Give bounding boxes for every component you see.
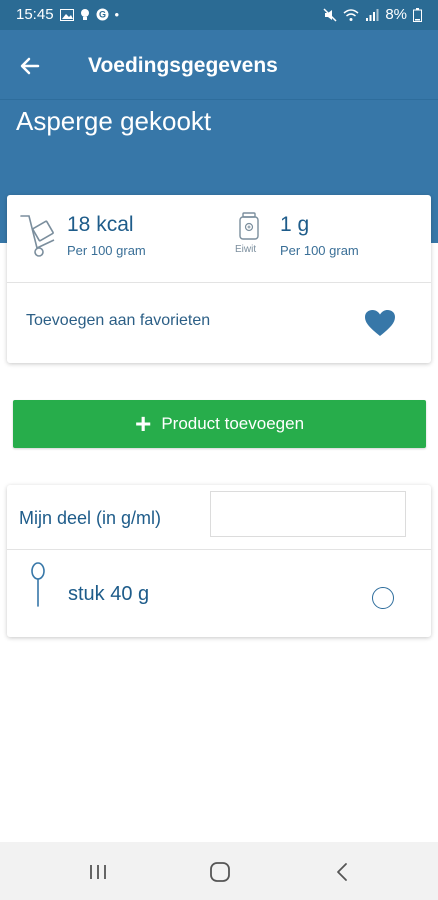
g-icon: G [96, 8, 109, 21]
heart-icon[interactable] [364, 309, 396, 337]
portion-option-row[interactable]: stuk 40 g [7, 550, 431, 637]
back-button[interactable] [12, 48, 48, 84]
battery-percent: 8% [385, 6, 407, 23]
home-button[interactable] [200, 858, 240, 886]
arrow-left-icon [20, 57, 40, 75]
status-time: 15:45 [16, 6, 54, 23]
bulb-icon [80, 8, 89, 20]
protein-value: 1 g [280, 213, 310, 236]
page-title: Voedingsgegevens [88, 54, 278, 77]
portion-input[interactable] [210, 491, 406, 537]
image-icon [59, 8, 74, 21]
hand-truck-icon [20, 215, 55, 257]
status-right: 8% [323, 6, 422, 23]
wifi-icon [343, 8, 359, 21]
status-left: 15:45 G • [16, 6, 119, 23]
portion-option-label: stuk 40 g [68, 583, 150, 605]
favorites-label: Toevoegen aan favorieten [26, 312, 211, 329]
chevron-left-icon [337, 863, 347, 881]
signal-icon [366, 8, 379, 21]
protein-per-100g: Per 100 gram [280, 243, 359, 258]
add-to-favorites-row[interactable]: Toevoegen aan favorieten [7, 283, 431, 363]
portion-label: Mijn deel (in g/ml) [19, 508, 162, 528]
plus-icon: + [134, 408, 152, 439]
nutrition-card: 18 kcal Per 100 gram Eiwit 1 g Per 100 g… [7, 195, 431, 363]
portion-card: Mijn deel (in g/ml) stuk 40 g [7, 485, 431, 637]
product-name: Asperge gekookt [16, 106, 212, 136]
home-icon [210, 862, 230, 882]
add-product-button[interactable]: + Product toevoegen [13, 400, 426, 448]
kcal-value: 18 kcal [67, 213, 134, 236]
recent-apps-icon [90, 865, 106, 879]
protein-jar-icon [239, 212, 259, 240]
svg-text:G: G [99, 10, 106, 20]
app-bar: Voedingsgegevens [0, 30, 438, 100]
battery-icon [413, 7, 422, 22]
protein-icon-label: Eiwit [235, 244, 257, 255]
recent-apps-button[interactable] [78, 858, 118, 886]
kcal-per-100g: Per 100 gram [67, 243, 146, 258]
spoon-icon [31, 562, 45, 607]
nutrition-row: 18 kcal Per 100 gram Eiwit 1 g Per 100 g… [7, 195, 431, 282]
portion-option-radio[interactable] [372, 587, 394, 609]
system-nav-bar [0, 842, 438, 900]
system-back-button[interactable] [322, 858, 362, 886]
status-bar: 15:45 G • 8% [0, 0, 438, 30]
mute-icon [323, 7, 337, 22]
dot-icon: • [114, 6, 120, 22]
add-product-label: Product toevoegen [161, 414, 305, 433]
